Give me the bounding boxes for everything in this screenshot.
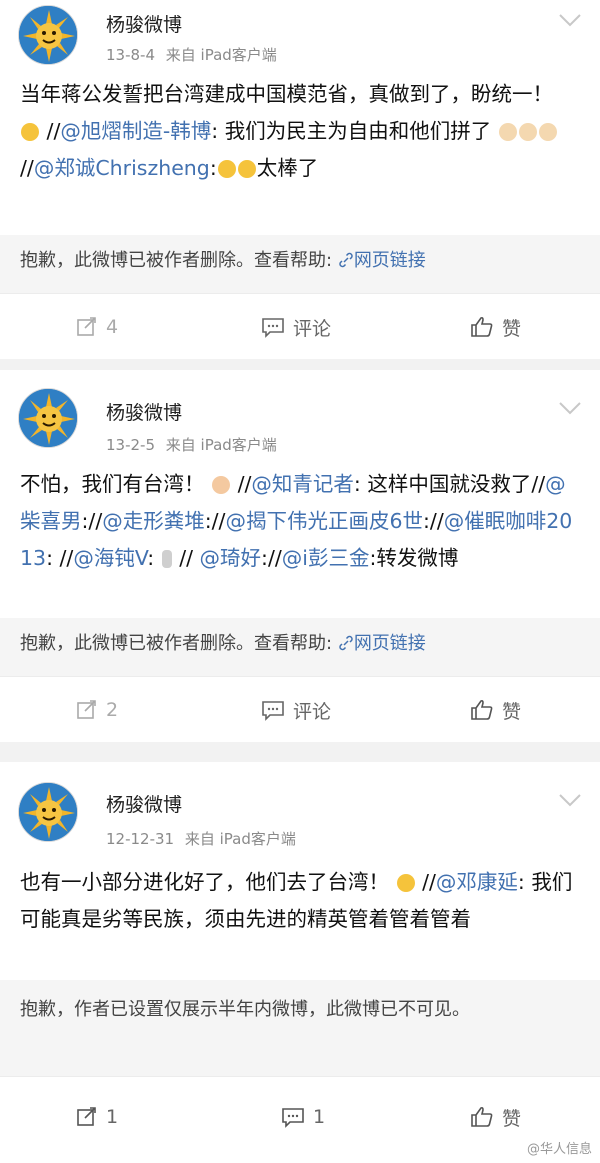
victory-hand-emoji-icon — [538, 123, 557, 141]
sun-avatar-icon — [19, 783, 77, 841]
post-source: 来自 iPad客户端 — [184, 830, 296, 848]
mention-link[interactable]: @旭熠制造-韩博 — [60, 119, 211, 143]
link-icon — [339, 252, 353, 268]
repost-count: 2 — [106, 699, 119, 721]
crying-face-emoji-icon — [237, 160, 256, 178]
repost-count: 1 — [106, 1106, 119, 1128]
chevron-down-icon[interactable] — [558, 400, 582, 416]
mention-link[interactable]: @i彭三金 — [282, 546, 370, 570]
post-meta: 13-2-5 来自 iPad客户端 — [106, 434, 277, 455]
quote-text: 抱歉，此微博已被作者删除。查看帮助: — [20, 250, 333, 271]
like-label: 赞 — [502, 317, 522, 340]
author-name[interactable]: 杨骏微博 — [106, 10, 182, 37]
avatar[interactable] — [18, 388, 78, 448]
comment-button[interactable]: 1 — [281, 1077, 325, 1157]
web-link[interactable]: 网页链接 — [338, 250, 426, 271]
mention-link[interactable]: @邓康延 — [436, 870, 518, 894]
like-button[interactable]: 赞 — [470, 1077, 521, 1157]
post-source: 来自 iPad客户端 — [165, 436, 277, 454]
weibo-post-2: 杨骏微博 13-2-5 来自 iPad客户端 不怕，我们有台湾！ //@知青记者… — [0, 370, 600, 742]
crying-face-emoji-icon — [217, 160, 236, 178]
web-link[interactable]: 网页链接 — [338, 633, 426, 654]
repost-button[interactable]: 1 — [76, 1077, 118, 1157]
action-bar: 2 评论 赞 — [0, 676, 600, 742]
comment-button[interactable]: 评论 — [261, 294, 331, 360]
post-date: 12-12-31 — [106, 830, 175, 848]
post-date: 13-2-5 — [106, 436, 155, 454]
weibo-post-1: 杨骏微博 13-8-4 来自 iPad客户端 当年蒋公发誓把台湾建成中国模范省，… — [0, 0, 600, 359]
post-text: 也有一小部分进化好了，他们去了台湾！ //@邓康延: 我们可能真是劣等民族，须由… — [20, 870, 573, 931]
repost-icon — [77, 1107, 96, 1126]
mention-link[interactable]: @走形粪堆 — [102, 509, 205, 533]
post-header: 杨骏微博 13-2-5 来自 iPad客户端 — [0, 370, 600, 455]
comment-label: 评论 — [293, 700, 332, 723]
post-text: 当年蒋公发誓把台湾建成中国模范省，真做到了，盼统一！ //@旭熠制造-韩博: 我… — [0, 70, 600, 235]
like-button[interactable]: 赞 — [470, 677, 521, 743]
comment-icon — [262, 701, 284, 721]
post-header: 杨骏微博 12-12-31 来自 iPad客户端 — [0, 762, 600, 848]
post-text: 不怕，我们有台湾！ //@知青记者: 这样中国就没救了//@柴喜男://@走形粪… — [20, 472, 573, 570]
victory-hand-emoji-icon — [498, 123, 517, 141]
quoted-post[interactable]: 抱歉，作者已设置仅展示半年内微博，此微博已不可见。 — [0, 980, 600, 1076]
comment-label: 评论 — [293, 317, 332, 340]
victory-hand-emoji-icon — [518, 123, 537, 141]
fist-emoji-icon — [212, 476, 231, 494]
like-icon — [471, 1106, 493, 1127]
watermark: @华人信息 — [526, 1142, 592, 1157]
post-date: 13-8-4 — [106, 46, 155, 64]
like-icon — [471, 699, 493, 720]
mention-link[interactable]: @郑诚Chriszheng — [34, 156, 210, 180]
post-meta: 12-12-31 来自 iPad客户端 — [106, 828, 296, 849]
crying-face-emoji-icon — [21, 123, 39, 141]
chevron-down-icon[interactable] — [558, 792, 582, 808]
like-label: 赞 — [502, 700, 522, 723]
author-name[interactable]: 杨骏微博 — [106, 790, 182, 817]
repost-icon — [77, 700, 96, 719]
quote-text: 抱歉，此微博已被作者删除。查看帮助: — [20, 633, 333, 654]
link-icon — [339, 635, 353, 651]
screaming-face-emoji-icon — [396, 874, 415, 892]
post-header: 杨骏微博 13-8-4 来自 iPad客户端 — [0, 0, 600, 70]
like-label: 赞 — [502, 1107, 522, 1130]
post-meta: 13-8-4 来自 iPad客户端 — [106, 44, 277, 65]
sun-avatar-icon — [19, 6, 77, 64]
repost-button[interactable]: 4 — [76, 294, 118, 360]
mention-link[interactable]: @知青记者 — [251, 472, 354, 496]
repost-button[interactable]: 2 — [76, 677, 118, 743]
chevron-down-icon[interactable] — [558, 12, 582, 28]
like-button[interactable]: 赞 — [470, 294, 521, 360]
avatar[interactable] — [18, 5, 78, 65]
sun-avatar-icon — [19, 389, 77, 447]
mention-link[interactable]: @揭下伟光正画皮6世 — [225, 509, 423, 533]
comment-count: 1 — [313, 1106, 326, 1128]
microphone-emoji-icon — [161, 550, 172, 568]
quote-text: 抱歉，作者已设置仅展示半年内微博，此微博已不可见。 — [20, 999, 470, 1020]
repost-icon — [77, 317, 96, 336]
weibo-post-3: 杨骏微博 12-12-31 来自 iPad客户端 也有一小部分进化好了，他们去了… — [0, 762, 600, 1163]
comment-icon — [282, 1108, 304, 1128]
post-source: 来自 iPad客户端 — [165, 46, 277, 64]
author-name[interactable]: 杨骏微博 — [106, 398, 182, 425]
mention-link[interactable]: @琦好 — [200, 546, 262, 570]
quoted-post[interactable]: 抱歉，此微博已被作者删除。查看帮助: 网页链接 — [0, 235, 600, 293]
action-bar: 1 1 赞 — [0, 1076, 600, 1163]
like-icon — [471, 316, 493, 337]
mention-link[interactable]: @海钝V — [73, 546, 147, 570]
avatar[interactable] — [18, 782, 78, 842]
quoted-post[interactable]: 抱歉，此微博已被作者删除。查看帮助: 网页链接 — [0, 618, 600, 676]
repost-count: 4 — [106, 316, 119, 338]
action-bar: 4 评论 赞 — [0, 293, 600, 359]
comment-icon — [262, 318, 284, 338]
comment-button[interactable]: 评论 — [261, 677, 331, 743]
